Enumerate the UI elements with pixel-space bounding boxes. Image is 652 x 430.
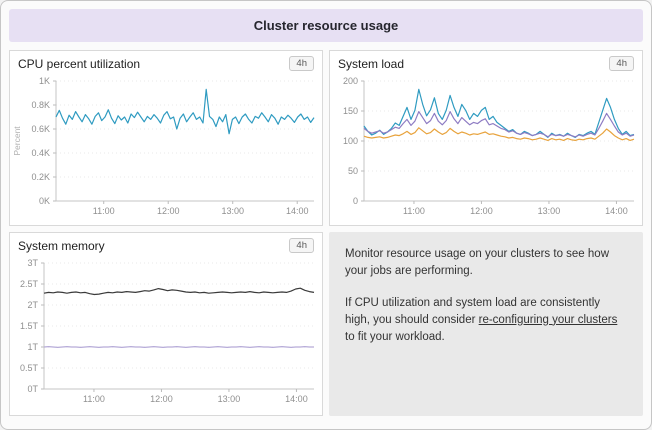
svg-text:Percent: Percent: [12, 126, 22, 156]
panel-memory-header: System memory 4h: [10, 233, 322, 255]
svg-text:13:00: 13:00: [218, 394, 241, 404]
svg-text:2.5T: 2.5T: [20, 279, 39, 289]
svg-text:200: 200: [343, 76, 358, 86]
panel-cpu: CPU percent utilization 4h 0K 0.2K 0.4K 0.6…: [9, 50, 323, 226]
panel-load-header: System load 4h: [330, 51, 642, 73]
cpu-utilization-chart: 0K 0.2K 0.4K 0.6K 0.8K 1K 11:00 12:00 13:00 14:00…: [10, 73, 322, 221]
svg-text:150: 150: [343, 106, 358, 116]
svg-text:0K: 0K: [39, 196, 50, 206]
svg-text:11:00: 11:00: [83, 394, 105, 404]
panel-load: System load 4h 0 50 100 150 200 11:00 12:00 13:…: [329, 50, 643, 226]
panel-grid: CPU percent utilization 4h 0K 0.2K 0.4K 0.6…: [1, 50, 651, 424]
svg-text:11:00: 11:00: [93, 206, 115, 216]
load-time-range-badge[interactable]: 4h: [609, 56, 634, 71]
panel-memory: System memory 4h 0T 0.5T 1T 1.5T 2T 2.5T 3T 11:…: [9, 232, 323, 416]
svg-text:0.4K: 0.4K: [31, 148, 50, 158]
svg-text:2T: 2T: [27, 300, 38, 310]
panel-load-title: System load: [338, 57, 404, 71]
info-paragraph-2: If CPU utilization and system load are c…: [345, 295, 627, 347]
svg-text:3T: 3T: [27, 258, 38, 268]
svg-text:1K: 1K: [39, 76, 50, 86]
panel-cpu-header: CPU percent utilization 4h: [10, 51, 322, 73]
svg-text:12:00: 12:00: [470, 206, 493, 216]
svg-text:1.5T: 1.5T: [20, 321, 39, 331]
svg-text:14:00: 14:00: [605, 206, 628, 216]
system-load-chart: 0 50 100 150 200 11:00 12:00 13:00 14:00: [330, 73, 642, 221]
svg-text:0.2K: 0.2K: [31, 172, 50, 182]
dashboard-title-bar: Cluster resource usage: [9, 9, 643, 42]
panel-cpu-title: CPU percent utilization: [18, 57, 140, 71]
svg-text:14:00: 14:00: [286, 206, 309, 216]
panel-memory-title: System memory: [18, 239, 105, 253]
dashboard-frame: Cluster resource usage CPU percent utili…: [0, 0, 652, 430]
cpu-time-range-badge[interactable]: 4h: [289, 56, 314, 71]
info-paragraph-1: Monitor resource usage on your clusters …: [345, 246, 627, 281]
svg-text:11:00: 11:00: [403, 206, 425, 216]
page-title: Cluster resource usage: [254, 18, 399, 33]
svg-text:13:00: 13:00: [538, 206, 561, 216]
svg-text:0.5T: 0.5T: [20, 363, 39, 373]
svg-text:0T: 0T: [27, 384, 38, 394]
svg-text:12:00: 12:00: [157, 206, 180, 216]
svg-text:14:00: 14:00: [285, 394, 308, 404]
reconfigure-clusters-link[interactable]: re-configuring your clusters: [479, 314, 618, 326]
svg-text:12:00: 12:00: [150, 394, 173, 404]
svg-text:100: 100: [343, 136, 358, 146]
system-memory-chart: 0T 0.5T 1T 1.5T 2T 2.5T 3T 11:00 12:00 13:00 14:00: [10, 255, 322, 409]
svg-text:1T: 1T: [27, 342, 38, 352]
svg-text:50: 50: [348, 166, 358, 176]
info-paragraph-2-text-after: to fit your workload.: [345, 331, 445, 343]
memory-time-range-badge[interactable]: 4h: [289, 238, 314, 253]
svg-text:13:00: 13:00: [221, 206, 244, 216]
info-panel: Monitor resource usage on your clusters …: [329, 232, 643, 416]
svg-text:0: 0: [353, 196, 358, 206]
svg-text:0.6K: 0.6K: [31, 124, 50, 134]
svg-text:0.8K: 0.8K: [31, 100, 50, 110]
